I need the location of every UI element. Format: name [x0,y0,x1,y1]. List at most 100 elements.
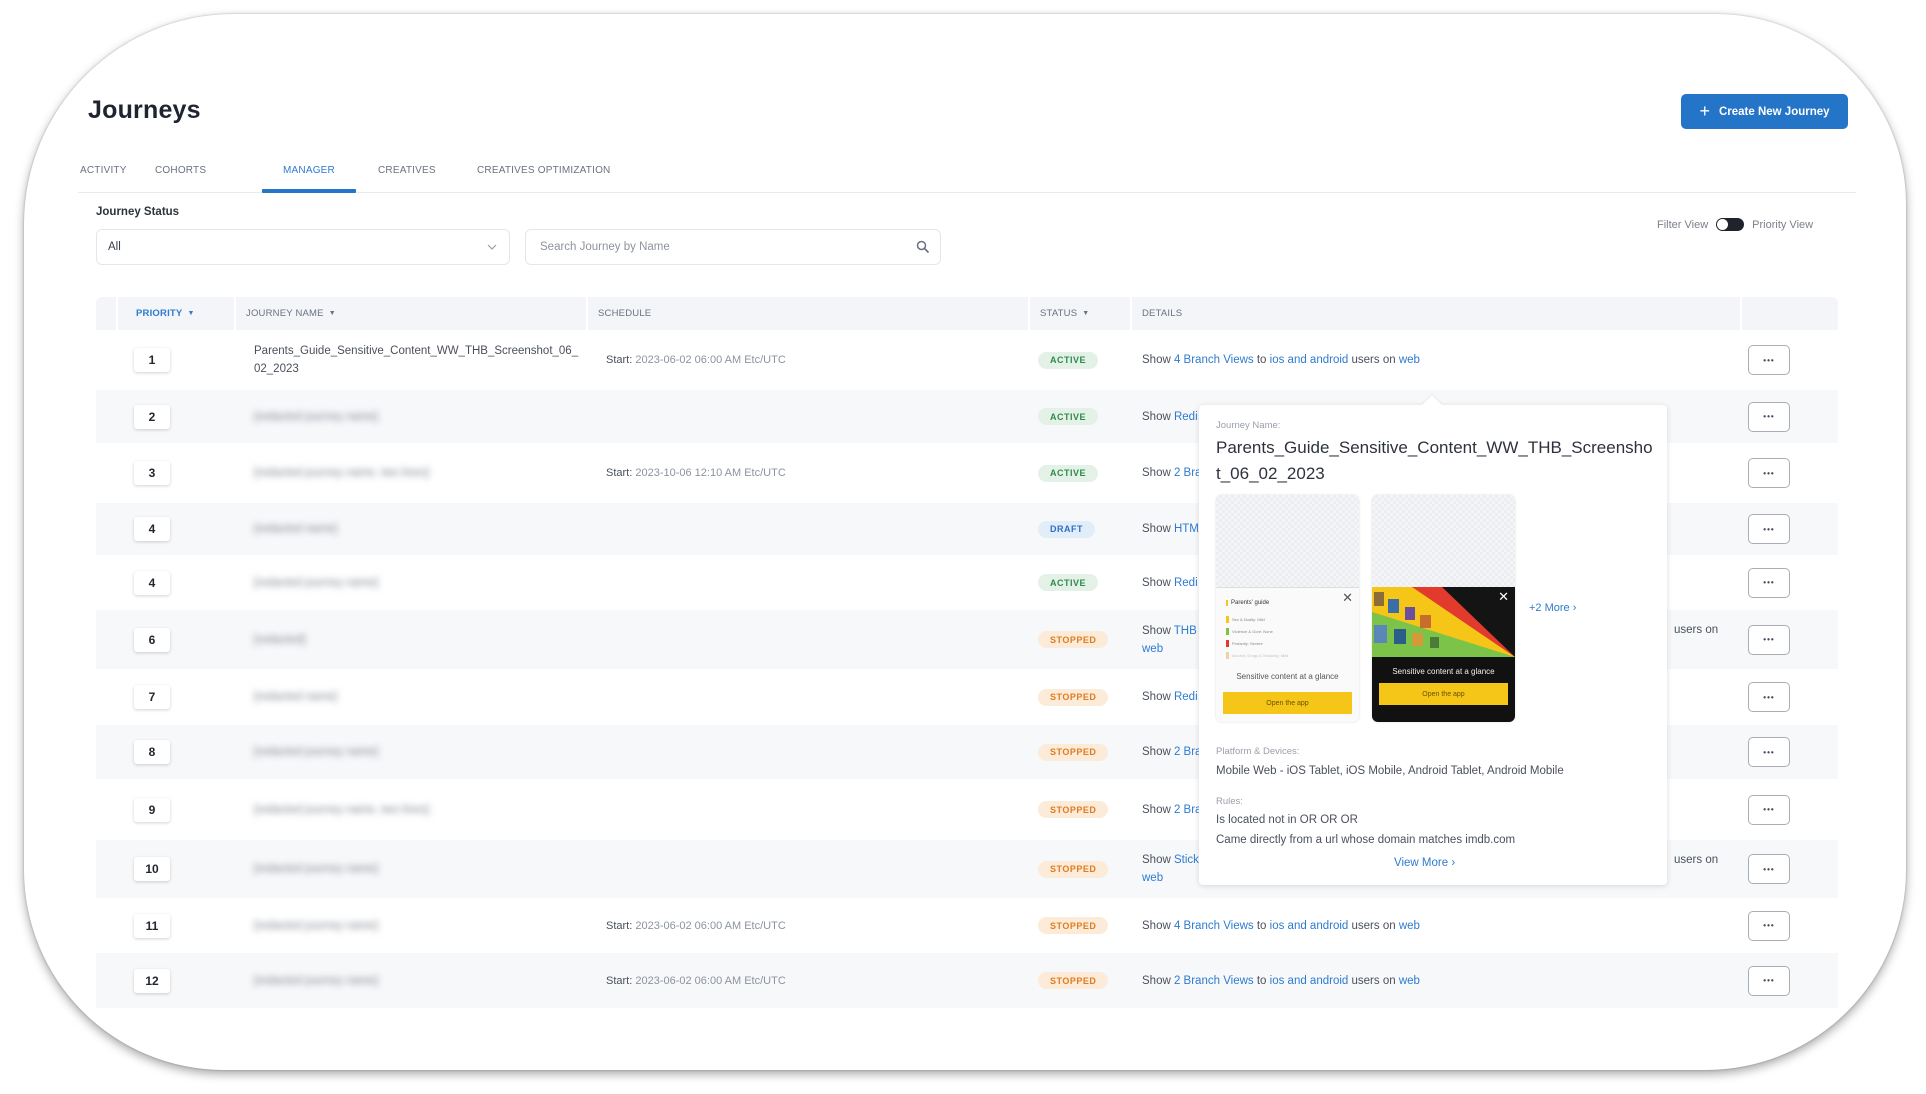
journey-name[interactable]: [redacted journey name, two lines] [254,464,584,482]
details-link[interactable]: web [1142,872,1163,884]
journey-name-cell: [redacted] [254,610,584,669]
status-cell: STOPPED [1038,669,1109,725]
details-link[interactable]: 2 Bra [1174,804,1202,816]
details-link[interactable]: Stick [1174,854,1199,866]
row-actions-button[interactable]: ••• [1748,514,1790,544]
journey-name[interactable]: [redacted journey name] [254,408,584,426]
column-header-status[interactable]: STATUS ▼ [1028,297,1130,330]
creative-thumbnail[interactable]: ✕ Parents' guide Sex & Nudity: Mild Viol… [1216,495,1359,722]
priority-value[interactable]: 7 [134,685,170,709]
row-actions-button[interactable]: ••• [1748,854,1790,884]
details-segment: Show [1142,974,1174,987]
priority-value[interactable]: 2 [134,404,170,429]
schedule-cell: Start: 2023-06-02 06:00 AM Etc/UTC [606,953,786,1008]
priority-view-toggle[interactable] [1716,218,1745,231]
details-link[interactable]: 2 Bra [1174,467,1202,479]
details-link[interactable]: web [1399,975,1420,987]
priority-value[interactable]: 3 [134,461,170,485]
tab-manager[interactable]: MANAGER [283,165,335,176]
journey-name[interactable]: [redacted journey name, two lines] [254,801,584,819]
search-icon[interactable] [916,240,930,254]
table-row[interactable]: 12 [redacted journey name] Start: 2023-06-… [96,953,1838,1008]
journey-name[interactable]: [redacted journey name] [254,917,584,935]
journey-name-cell: [redacted name] [254,503,584,555]
details-text: Show 2 Branch Views to ios and android u… [1142,972,1722,990]
priority-cell: 2 [134,390,170,443]
column-header-label: SCHEDULE [598,308,652,319]
journey-name[interactable]: [redacted journey name] [254,743,584,761]
priority-value[interactable]: 8 [134,740,170,764]
actions-cell: ••• [1748,503,1790,555]
journey-name[interactable]: [redacted name] [254,688,584,706]
details-link[interactable]: ios and android [1270,975,1349,987]
row-actions-button[interactable]: ••• [1748,345,1790,375]
row-actions-button[interactable]: ••• [1748,401,1790,432]
journey-name[interactable]: Parents_Guide_Sensitive_Content_WW_THB_S… [254,342,584,378]
creative-sheet: ✕ Sensitive content at a glance Open the… [1372,587,1515,722]
priority-value[interactable]: 11 [134,913,170,938]
creative-thumbnail[interactable]: ✕ Sensitive content at a glance Open the… [1372,495,1515,722]
journey-name-cell: [redacted journey name] [254,840,584,898]
journey-name[interactable]: [redacted journey name] [254,574,584,592]
details-link[interactable]: HTM [1174,523,1199,535]
journey-name[interactable]: [redacted name] [254,520,584,538]
create-new-journey-button[interactable]: + Create New Journey [1681,94,1848,129]
table-row[interactable]: 11 [redacted journey name] Start: 2023-06-… [96,898,1838,953]
row-actions-button[interactable]: ••• [1748,965,1790,996]
schedule-text: Start: 2023-06-02 06:00 AM Etc/UTC [606,920,786,932]
journey-status-select[interactable]: All [96,229,510,265]
priority-value[interactable]: 6 [134,627,170,652]
details-link[interactable]: 2 Bra [1174,746,1202,758]
row-actions-button[interactable]: ••• [1748,910,1790,941]
row-actions-button[interactable]: ••• [1748,737,1790,767]
details-link[interactable]: 4 Branch Views [1174,354,1254,366]
details-link[interactable]: web [1142,643,1163,655]
journey-name[interactable]: [redacted journey name] [254,860,584,878]
tab-activity[interactable]: ACTIVITY [80,165,127,176]
status-badge: STOPPED [1038,801,1109,818]
tab-cohorts[interactable]: COHORTS [155,165,206,176]
priority-value[interactable]: 10 [134,857,170,881]
more-horizontal-icon: ••• [1763,468,1775,478]
details-link[interactable]: ios and android [1270,354,1349,366]
row-actions-button[interactable]: ••• [1748,624,1790,655]
sort-caret-icon: ▼ [328,310,336,317]
journey-name[interactable]: [redacted] [254,631,584,649]
priority-value[interactable]: 9 [134,797,170,822]
row-actions-button[interactable]: ••• [1748,794,1790,825]
details-link[interactable]: web [1399,920,1420,932]
details-link[interactable]: 2 Branch Views [1174,975,1254,987]
details-link[interactable]: Redi [1174,577,1198,589]
table-row[interactable]: 1 Parents_Guide_Sensitive_Content_WW_THB_… [96,330,1838,390]
search-input[interactable] [526,230,886,264]
journey-name[interactable]: [redacted journey name] [254,972,584,990]
priority-value[interactable]: 4 [134,570,170,595]
priority-value[interactable]: 12 [134,968,170,993]
priority-cell: 8 [134,725,170,779]
details-link[interactable]: 4 Branch Views [1174,920,1254,932]
more-creatives-link[interactable]: +2 More › [1529,602,1576,614]
row-actions-button[interactable]: ••• [1748,682,1790,712]
details-link[interactable]: web [1399,354,1420,366]
details-link[interactable]: ios and android [1270,920,1349,932]
details-segment: users on [1348,354,1399,366]
details-link[interactable]: Redi [1174,691,1198,703]
priority-value[interactable]: 4 [134,517,170,541]
tab-creatives-optimization[interactable]: CREATIVES OPTIMIZATION [477,165,610,176]
details-link[interactable]: Redi [1174,411,1198,423]
tab-creatives[interactable]: CREATIVES [378,165,436,176]
filter-view-label: Filter View [1657,218,1709,231]
schedule-cell: Start: 2023-06-02 06:00 AM Etc/UTC [606,898,786,953]
details-segment: Show [1142,467,1174,479]
details-segment: to [1253,974,1270,987]
column-header-priority[interactable]: PRIORITY ▼ [116,297,234,330]
priority-value[interactable]: 1 [134,348,170,372]
details-link[interactable]: THB [1174,625,1197,637]
creative-cta: Open the app [1379,683,1508,705]
row-actions-button[interactable]: ••• [1748,458,1790,488]
creative-rating-line: Violence & Gore: None [1226,628,1346,635]
actions-cell: ••• [1748,555,1790,610]
column-header-journey-name[interactable]: JOURNEY NAME ▼ [234,297,586,330]
row-actions-button[interactable]: ••• [1748,567,1790,598]
view-more-link[interactable]: View More › [1394,857,1455,869]
